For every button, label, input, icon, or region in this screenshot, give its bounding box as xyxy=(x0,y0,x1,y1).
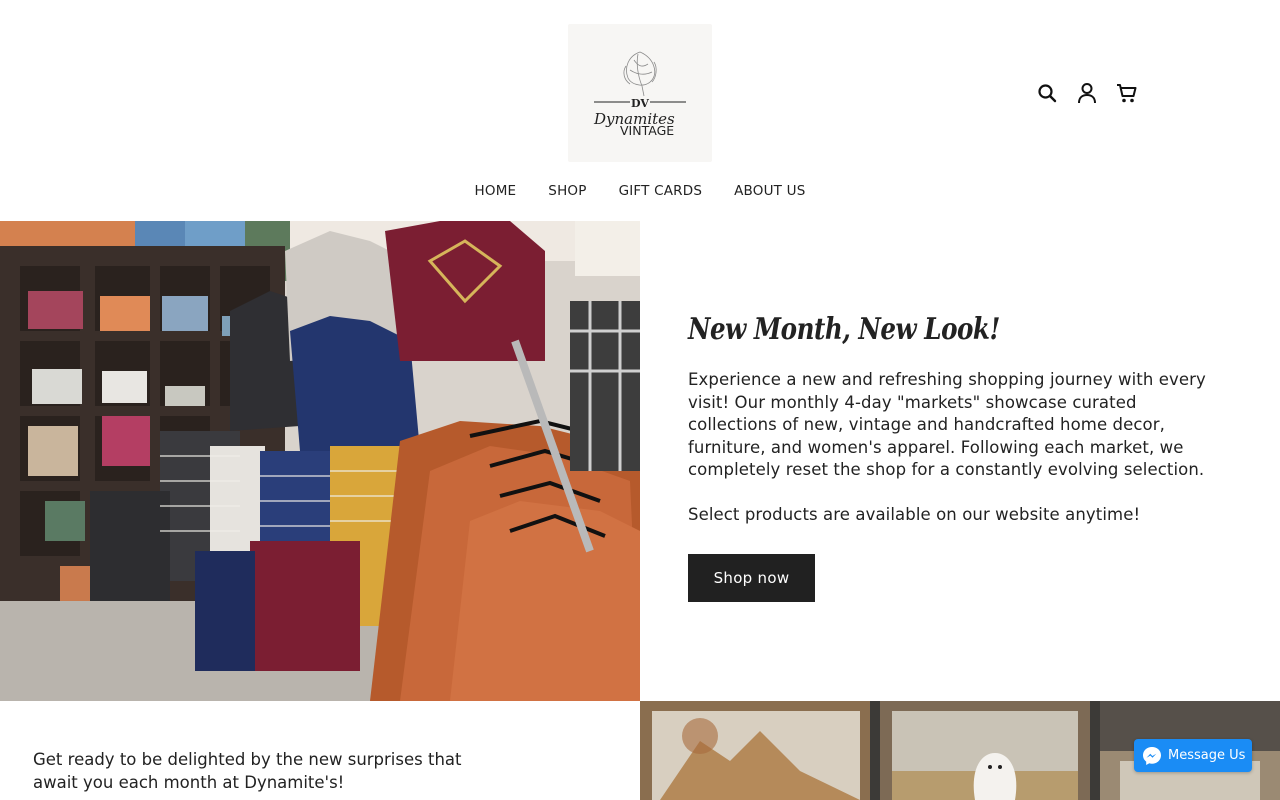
hero-paragraph-2: Select products are available on our web… xyxy=(688,505,1141,524)
header-actions xyxy=(1034,80,1140,106)
shop-now-button[interactable]: Shop now xyxy=(688,554,815,602)
messenger-label: Message Us xyxy=(1168,748,1246,763)
logo-monogram: DV xyxy=(631,97,649,110)
cart-icon[interactable] xyxy=(1114,80,1140,106)
hero-paragraph-1: Experience a new and refreshing shopping… xyxy=(688,370,1206,479)
messenger-button[interactable]: Message Us xyxy=(1134,739,1252,772)
main-nav: HOME SHOP GIFT CARDS ABOUT US xyxy=(0,181,1280,201)
logo-graphic: DV Dynamites VINTAGE xyxy=(593,51,686,138)
site-logo[interactable]: DV Dynamites VINTAGE xyxy=(568,24,712,162)
nav-home[interactable]: HOME xyxy=(459,181,533,201)
account-icon[interactable] xyxy=(1074,80,1100,106)
search-icon[interactable] xyxy=(1034,80,1060,106)
site-header: DV Dynamites VINTAGE HOME SHOP GIFT CARD… xyxy=(0,0,1280,221)
logo-name-2: VINTAGE xyxy=(620,123,674,138)
nav-shop[interactable]: SHOP xyxy=(532,181,602,201)
hero-content: New Month, New Look! Experience a new an… xyxy=(688,312,1228,527)
lower-text: Get ready to be delighted by the new sur… xyxy=(33,750,462,792)
messenger-icon xyxy=(1143,746,1161,765)
hero-body: Experience a new and refreshing shopping… xyxy=(688,369,1228,527)
hero-image xyxy=(0,221,640,701)
nav-gift-cards[interactable]: GIFT CARDS xyxy=(603,181,719,201)
nav-about-us[interactable]: ABOUT US xyxy=(718,181,821,201)
hero-title: New Month, New Look! xyxy=(688,312,1000,347)
